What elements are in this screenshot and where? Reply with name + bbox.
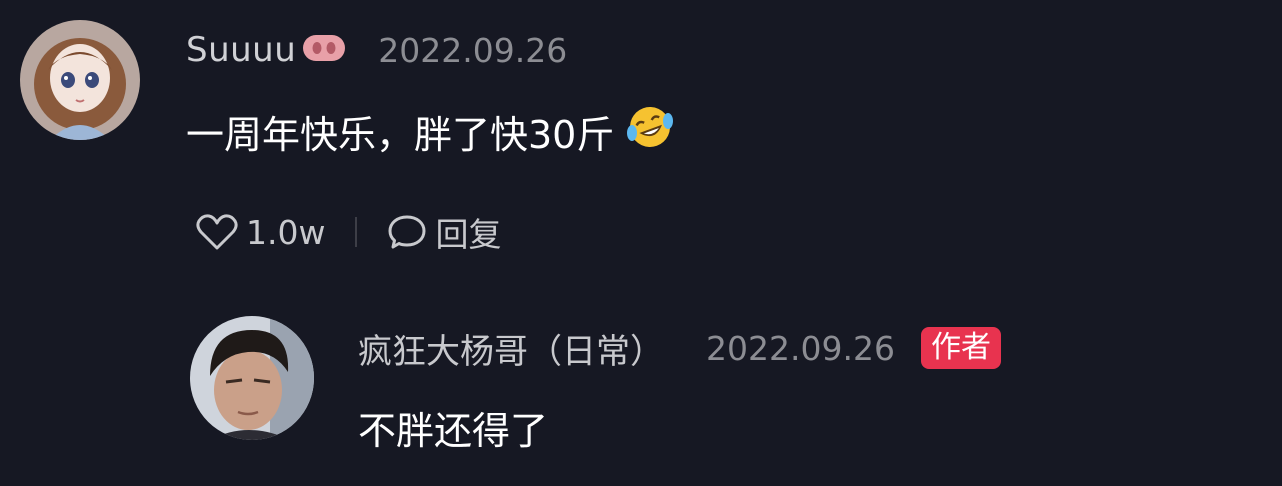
comment-text: 一周年快乐，胖了快30斤 [186, 112, 615, 157]
comment-actions: 1.0w 回复 [196, 210, 501, 254]
reply-text-row: 不胖还得了 [358, 402, 549, 453]
laughing-crying-emoji-icon [626, 103, 674, 160]
reply-button[interactable]: 回复 [387, 208, 501, 256]
comment-date: 2022.09.26 [378, 30, 568, 70]
comment-meta: Suuuu 2022.09.26 [186, 28, 567, 72]
action-divider [355, 217, 358, 247]
reply-label: 回复 [435, 215, 502, 254]
reply-text: 不胖还得了 [358, 408, 549, 453]
username[interactable]: 疯狂大杨哥（日常） [358, 324, 664, 373]
reply-item: 疯狂大杨哥（日常） 2022.09.26 作者 不胖还得了 [0, 290, 1282, 486]
author-badge: 作者 [920, 327, 1001, 369]
avatar[interactable] [190, 316, 314, 440]
heart-icon [196, 213, 238, 251]
comment-item: Suuuu 2022.09.26 一周年快乐，胖了快30斤 1.0w 回复 [0, 0, 1282, 270]
comment-bubble-icon [387, 213, 427, 251]
reply-meta: 疯狂大杨哥（日常） 2022.09.26 作者 [358, 324, 1001, 372]
avatar[interactable] [20, 20, 140, 140]
pig-nose-icon [302, 34, 346, 66]
username[interactable]: Suuuu [186, 30, 296, 70]
like-button[interactable]: 1.0w [196, 213, 325, 252]
like-count: 1.0w [246, 212, 326, 252]
comment-text-row: 一周年快乐，胖了快30斤 [186, 106, 674, 157]
reply-date: 2022.09.26 [706, 328, 895, 368]
